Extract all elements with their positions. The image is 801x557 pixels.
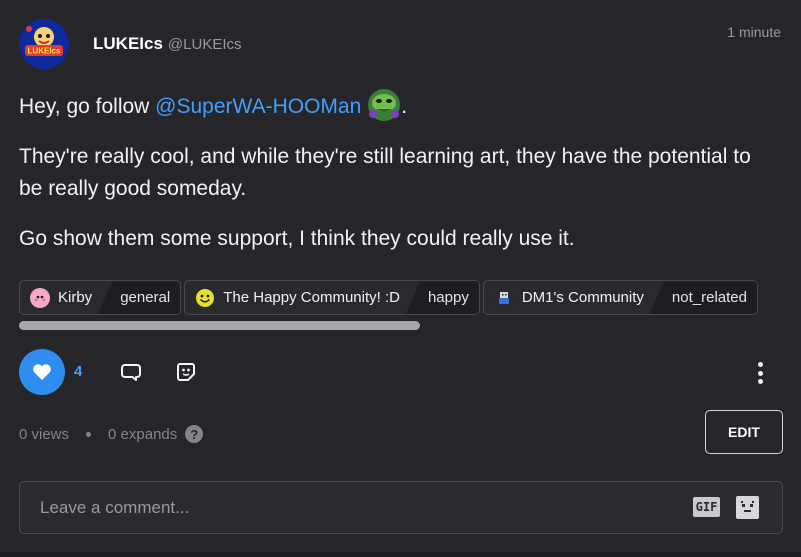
post-text-prefix: Hey, go follow xyxy=(19,95,156,118)
post-paragraph-1: Hey, go follow @SuperWA-HOOMan . xyxy=(19,88,779,123)
comment-icon xyxy=(121,364,141,381)
sticker-face-icon xyxy=(739,499,756,516)
like-button[interactable] xyxy=(19,349,65,395)
more-options-button[interactable] xyxy=(753,360,767,386)
post-text-suffix: . xyxy=(401,95,408,118)
author-avatar[interactable]: LUKEIcs xyxy=(19,19,69,69)
post-body: Hey, go follow @SuperWA-HOOMan . They're… xyxy=(19,88,779,273)
post-paragraph-2: They're really cool, and while they're s… xyxy=(19,145,751,200)
bottom-divider xyxy=(0,552,801,557)
community-tag[interactable]: happy xyxy=(405,281,479,314)
author-name[interactable]: LUKEIcs xyxy=(93,34,163,54)
like-count: 4 xyxy=(74,363,83,380)
chips-scrollbar[interactable] xyxy=(19,321,420,330)
community-tag[interactable]: general xyxy=(98,281,181,314)
heart-icon xyxy=(33,364,51,380)
mention-avatar-icon[interactable] xyxy=(367,88,401,122)
post-timestamp[interactable]: 1 minute xyxy=(727,24,781,40)
views-count: 0 views xyxy=(19,425,70,443)
community-name: The Happy Community! :D xyxy=(223,289,400,306)
separator-dot xyxy=(86,431,92,437)
dm1-community-icon xyxy=(494,288,514,308)
post-author[interactable]: LUKEIcs @LUKEIcs xyxy=(93,34,242,54)
community-tag[interactable]: not_related xyxy=(649,281,757,314)
post-stats: 0 views 0 expands ? xyxy=(19,425,204,443)
community-name: Kirby xyxy=(58,289,93,306)
community-link[interactable]: DM1's Community xyxy=(484,281,656,314)
kirby-icon xyxy=(30,287,50,308)
community-chip-happy[interactable]: The Happy Community! :D happy xyxy=(184,280,480,315)
community-chip-kirby[interactable]: Kirby general xyxy=(19,280,182,315)
sticker-icon xyxy=(177,363,195,381)
community-chip-dm1[interactable]: DM1's Community not_related xyxy=(482,280,758,315)
community-link[interactable]: Kirby xyxy=(20,281,104,314)
post-paragraph-3: Go show them some support, I think they … xyxy=(19,227,575,250)
comment-button[interactable] xyxy=(119,360,143,384)
edit-button[interactable]: EDIT xyxy=(705,410,783,454)
comment-input[interactable] xyxy=(40,482,680,533)
help-icon[interactable]: ? xyxy=(185,425,204,443)
avatar-image: LUKEIcs xyxy=(19,19,69,69)
comment-box: GIF xyxy=(19,481,783,534)
community-chips: Kirby general The Happy Community! :D ha… xyxy=(19,280,801,315)
more-vertical-icon xyxy=(757,362,763,367)
community-name: DM1's Community xyxy=(521,289,644,306)
smiley-icon xyxy=(195,288,215,308)
gif-button[interactable]: GIF xyxy=(693,497,720,517)
author-handle[interactable]: @LUKEIcs xyxy=(168,36,242,53)
user-mention-link[interactable]: @SuperWA-HOOMan xyxy=(155,95,361,118)
avatar-logo-text: LUKEIcs xyxy=(28,47,61,56)
sticker-picker-button[interactable] xyxy=(736,496,759,519)
community-link[interactable]: The Happy Community! :D xyxy=(185,281,412,314)
sticker-button[interactable] xyxy=(174,360,198,384)
expands-count: 0 expands xyxy=(108,425,178,443)
